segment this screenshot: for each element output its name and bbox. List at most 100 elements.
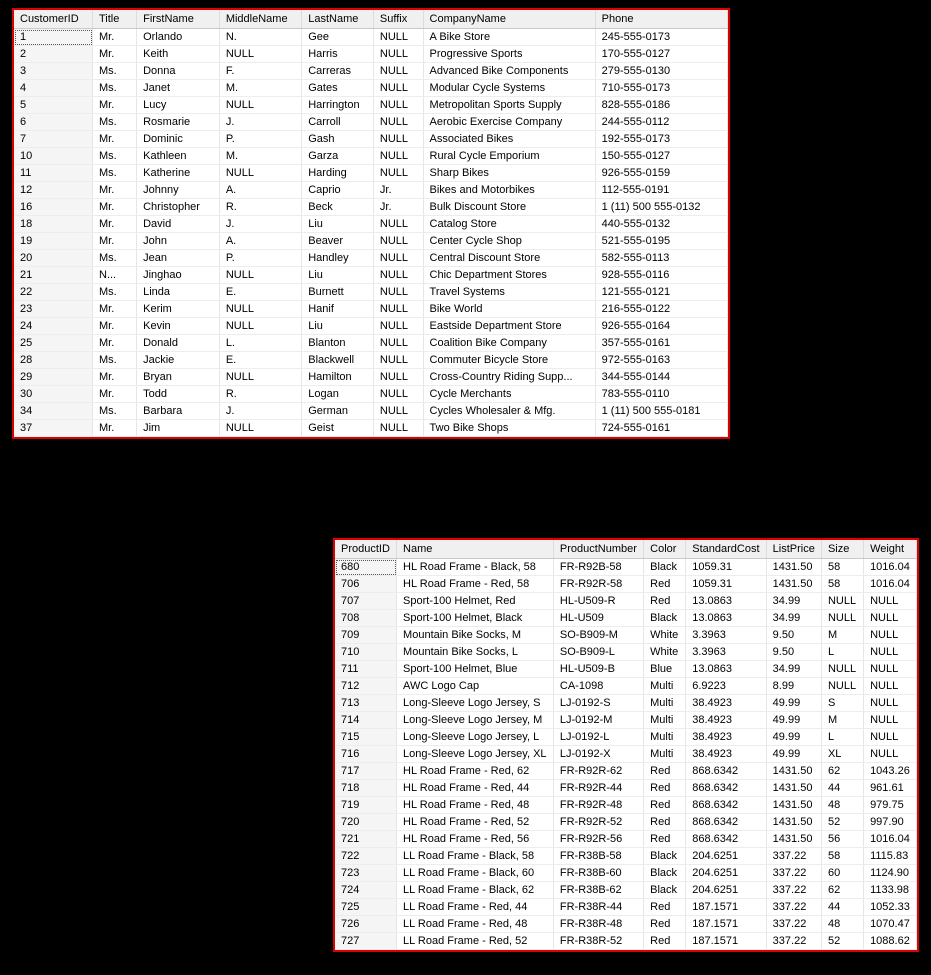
table-cell[interactable]: LL Road Frame - Red, 52	[397, 933, 554, 950]
table-cell[interactable]: Eastside Department Store	[423, 318, 595, 335]
table-cell[interactable]: Dominic	[137, 131, 220, 148]
table-row[interactable]: 18Mr.DavidJ.LiuNULLCatalog Store440-555-…	[14, 216, 728, 233]
table-cell[interactable]: Mr.	[93, 216, 137, 233]
table-cell[interactable]: Red	[644, 593, 686, 610]
table-cell[interactable]: Sport-100 Helmet, Black	[397, 610, 554, 627]
table-cell[interactable]: LJ-0192-L	[553, 729, 643, 746]
table-cell[interactable]: 828-555-0186	[595, 97, 727, 114]
table-cell[interactable]: HL Road Frame - Red, 56	[397, 831, 554, 848]
table-row[interactable]: 717HL Road Frame - Red, 62FR-R92R-62Red8…	[335, 763, 917, 780]
table-cell[interactable]: 928-555-0116	[595, 267, 727, 284]
table-row[interactable]: 30Mr.ToddR.LoganNULLCycle Merchants783-5…	[14, 386, 728, 403]
table-cell[interactable]: 38.4923	[686, 695, 766, 712]
table-cell[interactable]: 717	[335, 763, 397, 780]
table-cell[interactable]: 244-555-0112	[595, 114, 727, 131]
table-cell[interactable]: LL Road Frame - Black, 60	[397, 865, 554, 882]
table-row[interactable]: 3Ms.DonnaF.CarrerasNULLAdvanced Bike Com…	[14, 63, 728, 80]
table-row[interactable]: 22Ms.LindaE.BurnettNULLTravel Systems121…	[14, 284, 728, 301]
table-cell[interactable]: 21	[14, 267, 93, 284]
table-cell[interactable]: Donald	[137, 335, 220, 352]
table-cell[interactable]: Gash	[302, 131, 374, 148]
table-cell[interactable]: HL Road Frame - Black, 58	[397, 559, 554, 576]
table-cell[interactable]: XL	[821, 746, 863, 763]
products-header[interactable]: ProductNumber	[553, 540, 643, 559]
table-cell[interactable]: FR-R92B-58	[553, 559, 643, 576]
table-cell[interactable]: 38.4923	[686, 712, 766, 729]
table-cell[interactable]: Modular Cycle Systems	[423, 80, 595, 97]
table-cell[interactable]: Handley	[302, 250, 374, 267]
table-cell[interactable]: AWC Logo Cap	[397, 678, 554, 695]
table-cell[interactable]: 926-555-0164	[595, 318, 727, 335]
table-cell[interactable]: A Bike Store	[423, 29, 595, 46]
table-cell[interactable]: 187.1571	[686, 899, 766, 916]
table-cell[interactable]: Mr.	[93, 182, 137, 199]
table-cell[interactable]: White	[644, 627, 686, 644]
table-cell[interactable]: 204.6251	[686, 865, 766, 882]
table-cell[interactable]: Cycle Merchants	[423, 386, 595, 403]
table-cell[interactable]: LL Road Frame - Red, 44	[397, 899, 554, 916]
table-row[interactable]: 726LL Road Frame - Red, 48FR-R38R-48Red1…	[335, 916, 917, 933]
table-cell[interactable]: 37	[14, 420, 93, 437]
table-cell[interactable]: NULL	[219, 420, 301, 437]
table-row[interactable]: 7Mr.DominicP.GashNULLAssociated Bikes192…	[14, 131, 728, 148]
table-cell[interactable]: David	[137, 216, 220, 233]
table-cell[interactable]: 1 (11) 500 555-0132	[595, 199, 727, 216]
table-cell[interactable]: HL Road Frame - Red, 62	[397, 763, 554, 780]
table-cell[interactable]: 727	[335, 933, 397, 950]
table-cell[interactable]: 582-555-0113	[595, 250, 727, 267]
table-cell[interactable]: NULL	[864, 729, 917, 746]
table-row[interactable]: 16Mr.ChristopherR.BeckJr.Bulk Discount S…	[14, 199, 728, 216]
table-cell[interactable]: NULL	[864, 661, 917, 678]
table-cell[interactable]: Mr.	[93, 386, 137, 403]
table-cell[interactable]: NULL	[864, 644, 917, 661]
table-cell[interactable]: NULL	[864, 678, 917, 695]
customers-header[interactable]: CompanyName	[423, 10, 595, 29]
table-cell[interactable]: NULL	[219, 267, 301, 284]
table-cell[interactable]: N.	[219, 29, 301, 46]
table-cell[interactable]: NULL	[821, 593, 863, 610]
table-cell[interactable]: NULL	[373, 97, 423, 114]
table-cell[interactable]: 150-555-0127	[595, 148, 727, 165]
customers-table[interactable]: CustomerIDTitleFirstNameMiddleNameLastNa…	[14, 10, 728, 437]
table-cell[interactable]: 62	[821, 763, 863, 780]
table-cell[interactable]: Jr.	[373, 199, 423, 216]
table-cell[interactable]: 204.6251	[686, 882, 766, 899]
table-cell[interactable]: Long-Sleeve Logo Jersey, L	[397, 729, 554, 746]
table-row[interactable]: 716Long-Sleeve Logo Jersey, XLLJ-0192-XM…	[335, 746, 917, 763]
table-cell[interactable]: 58	[821, 848, 863, 865]
table-cell[interactable]: Donna	[137, 63, 220, 80]
table-cell[interactable]: 714	[335, 712, 397, 729]
table-cell[interactable]: 713	[335, 695, 397, 712]
table-cell[interactable]: J.	[219, 114, 301, 131]
table-cell[interactable]: 13.0863	[686, 610, 766, 627]
table-cell[interactable]: NULL	[219, 369, 301, 386]
table-cell[interactable]: M.	[219, 80, 301, 97]
products-header[interactable]: Weight	[864, 540, 917, 559]
table-cell[interactable]: FR-R92R-62	[553, 763, 643, 780]
table-row[interactable]: 711Sport-100 Helmet, BlueHL-U509-BBlue13…	[335, 661, 917, 678]
table-cell[interactable]: Barbara	[137, 403, 220, 420]
table-row[interactable]: 721HL Road Frame - Red, 56FR-R92R-56Red8…	[335, 831, 917, 848]
table-cell[interactable]: 1124.90	[864, 865, 917, 882]
table-cell[interactable]: LJ-0192-X	[553, 746, 643, 763]
customers-header[interactable]: Title	[93, 10, 137, 29]
table-cell[interactable]: 28	[14, 352, 93, 369]
table-cell[interactable]: 868.6342	[686, 814, 766, 831]
table-cell[interactable]: M.	[219, 148, 301, 165]
table-cell[interactable]: Todd	[137, 386, 220, 403]
table-cell[interactable]: Bulk Discount Store	[423, 199, 595, 216]
table-cell[interactable]: German	[302, 403, 374, 420]
table-cell[interactable]: 1059.31	[686, 559, 766, 576]
table-cell[interactable]: NULL	[219, 97, 301, 114]
table-cell[interactable]: Ms.	[93, 148, 137, 165]
table-cell[interactable]: 1043.26	[864, 763, 917, 780]
table-cell[interactable]: Carroll	[302, 114, 374, 131]
table-cell[interactable]: NULL	[373, 318, 423, 335]
table-cell[interactable]: 868.6342	[686, 763, 766, 780]
table-cell[interactable]: 521-555-0195	[595, 233, 727, 250]
table-cell[interactable]: 49.99	[766, 695, 821, 712]
table-cell[interactable]: 25	[14, 335, 93, 352]
table-cell[interactable]: HL Road Frame - Red, 58	[397, 576, 554, 593]
table-cell[interactable]: Red	[644, 899, 686, 916]
table-cell[interactable]: Multi	[644, 678, 686, 695]
